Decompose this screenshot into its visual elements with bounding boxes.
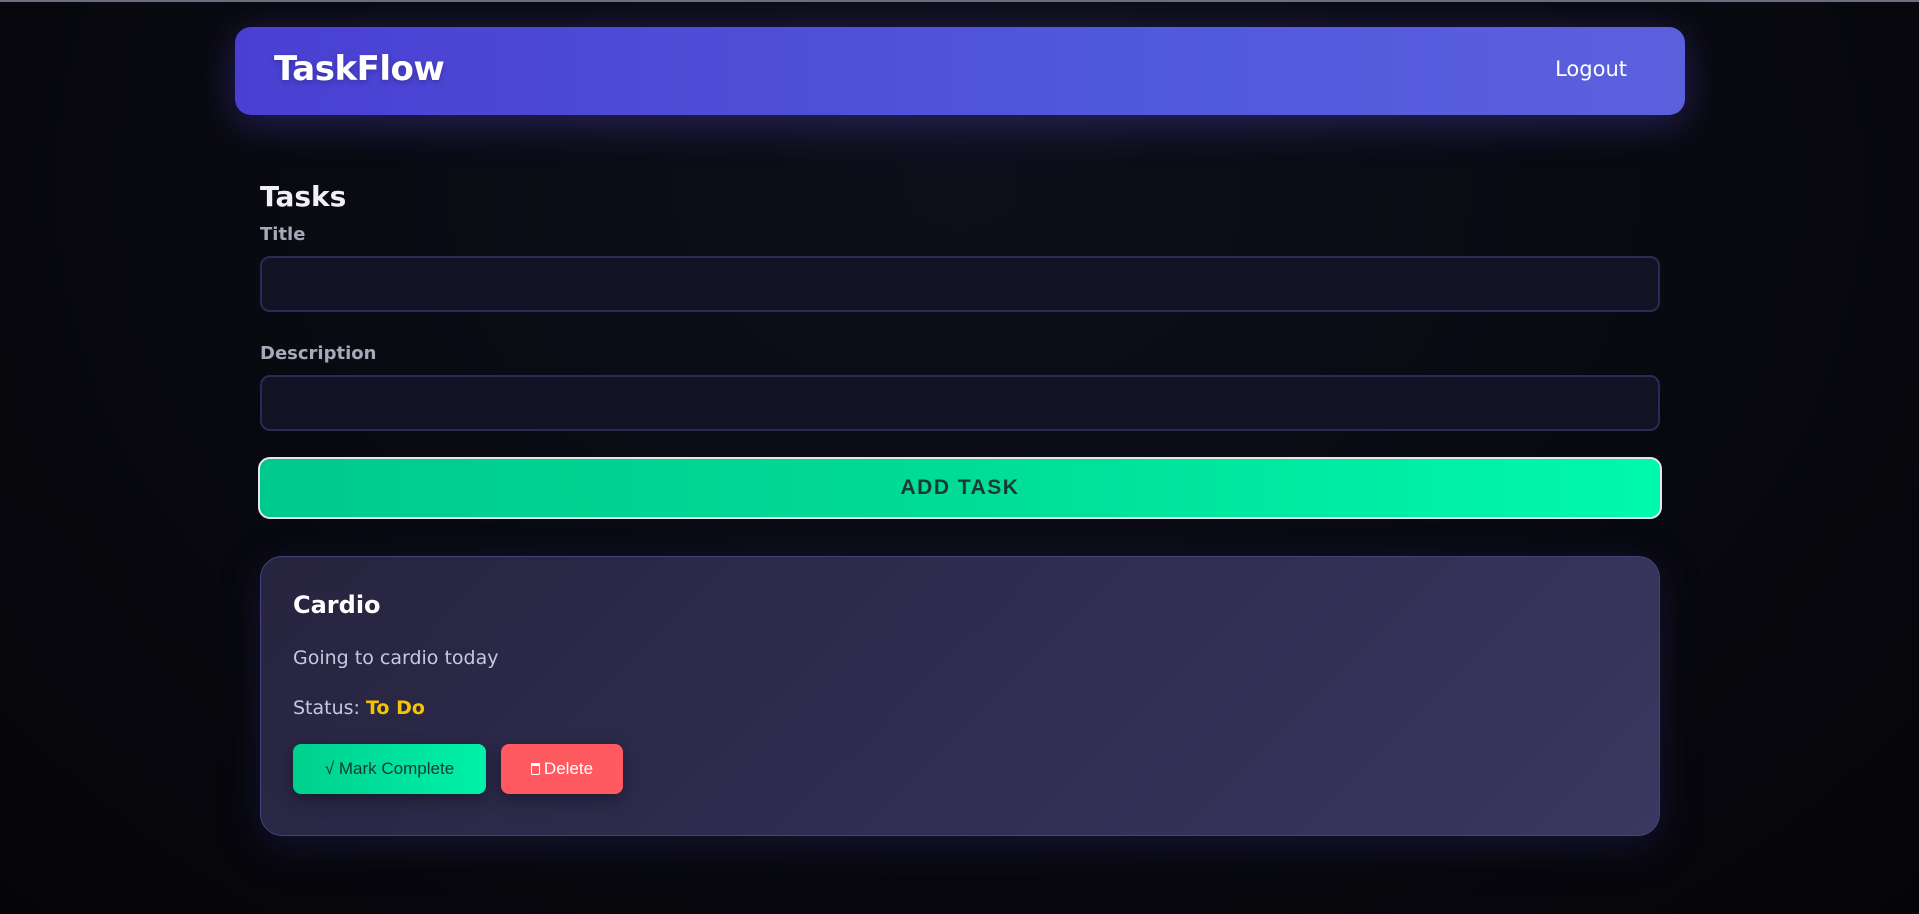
description-input[interactable] <box>260 375 1660 431</box>
task-status: Status: To Do <box>293 697 425 719</box>
status-badge: To Do <box>366 697 425 719</box>
delete-button[interactable]: Delete <box>501 744 623 794</box>
task-status-label: Status: <box>293 697 360 719</box>
title-label: Title <box>260 224 306 245</box>
mark-complete-button[interactable]: √ Mark Complete <box>293 744 486 794</box>
description-label: Description <box>260 343 377 364</box>
task-title: Cardio <box>293 591 381 619</box>
mark-complete-label: √ Mark Complete <box>324 759 455 778</box>
logout-button[interactable]: Logout <box>1555 57 1627 81</box>
task-description: Going to cardio today <box>293 647 499 669</box>
task-card: Cardio Going to cardio today Status: To … <box>260 556 1660 836</box>
title-input[interactable] <box>260 256 1660 312</box>
page-title: Tasks <box>260 180 347 213</box>
trash-icon <box>530 763 540 775</box>
add-task-button[interactable]: ADD TASK <box>258 457 1662 519</box>
page: TaskFlow Logout Tasks Title Description … <box>0 0 1919 914</box>
brand-logo[interactable]: TaskFlow <box>274 49 445 89</box>
delete-label: Delete <box>543 759 594 778</box>
top-navbar: TaskFlow Logout <box>235 27 1685 115</box>
